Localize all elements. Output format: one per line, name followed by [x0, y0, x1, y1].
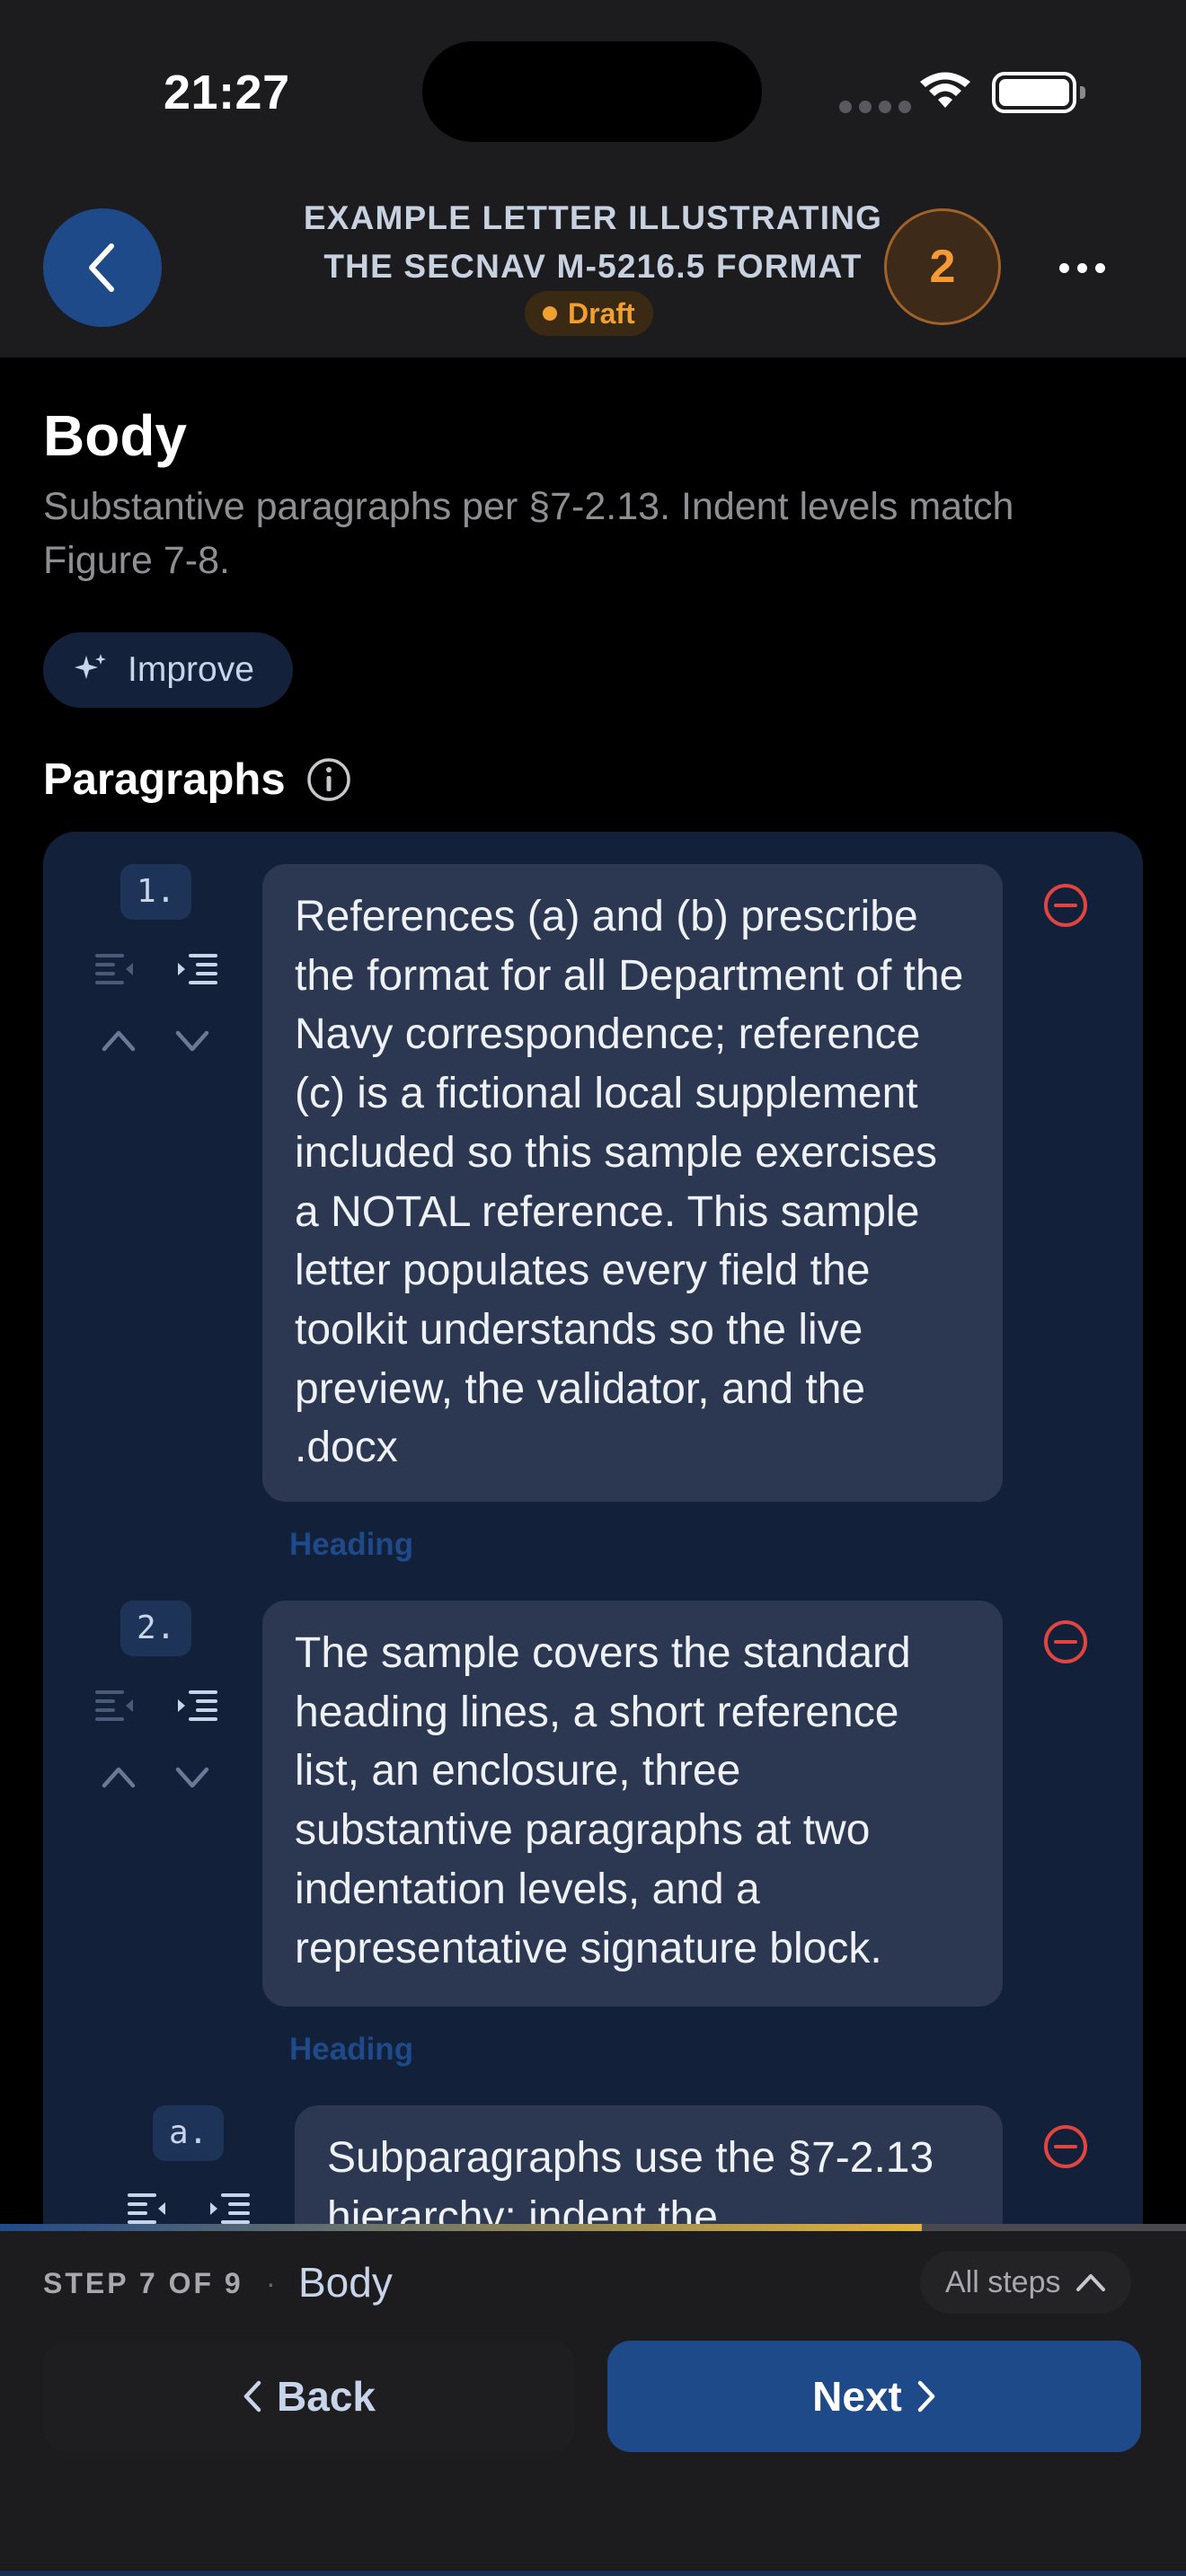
letter-title-line2: THE SECNAV M-5216.5 FORMAT	[323, 248, 863, 285]
add-heading-link[interactable]: Heading	[289, 2032, 413, 2068]
indent-icon[interactable]	[207, 2190, 252, 2226]
outdent-icon[interactable]	[126, 2190, 171, 2226]
add-heading-link[interactable]: Heading	[289, 1527, 413, 1563]
paragraph-number: 1.	[120, 864, 192, 920]
paragraph-text-input[interactable]: Subparagraphs use the §7-2.13 hierarchy;…	[295, 2105, 1003, 2233]
move-down-icon[interactable]	[174, 1028, 210, 1053]
all-steps-button[interactable]: All steps	[920, 2251, 1131, 2314]
move-up-icon[interactable]	[101, 1028, 137, 1053]
next-button[interactable]: Next	[607, 2341, 1141, 2452]
step-progress-fill	[0, 2224, 922, 2231]
indent-icon[interactable]	[174, 950, 219, 986]
move-up-icon[interactable]	[101, 1764, 137, 1789]
nav-header: EXAMPLE LETTER ILLUSTRATING THE SECNAV M…	[0, 180, 1186, 357]
ellipsis-icon	[1058, 262, 1069, 273]
letter-title-line1: EXAMPLE LETTER ILLUSTRATING	[303, 199, 883, 236]
paragraph-number: 2.	[120, 1601, 192, 1656]
step-counter: STEP 7 OF 9	[43, 2267, 243, 2299]
sparkle-icon	[75, 654, 106, 679]
paragraph-number: a.	[153, 2105, 225, 2161]
improve-button[interactable]: Improve	[43, 632, 293, 708]
step-footer: STEP 7 OF 9 · Body All steps Back Next	[0, 2231, 1186, 2576]
remove-paragraph-icon[interactable]	[1042, 2123, 1089, 2170]
chevron-up-icon	[1075, 2274, 1105, 2291]
bottom-accent-strip	[0, 2571, 1186, 2576]
more-options-button[interactable]	[1022, 208, 1141, 327]
dynamic-island	[422, 41, 762, 142]
paragraphs-label-text: Paragraphs	[43, 755, 286, 804]
chevron-right-icon	[917, 2380, 935, 2413]
back-button-label: Back	[277, 2373, 376, 2420]
info-icon[interactable]	[305, 756, 352, 803]
status-bar: 21:27	[0, 0, 1186, 180]
issue-count-badge[interactable]: 2	[884, 208, 1001, 325]
all-steps-label: All steps	[945, 2264, 1061, 2299]
remove-paragraph-icon[interactable]	[1042, 882, 1089, 929]
step-progress-bar	[0, 2224, 1186, 2231]
paragraphs-label: Paragraphs	[43, 754, 352, 805]
outdent-icon	[95, 1690, 133, 1721]
status-time: 21:27	[164, 66, 290, 119]
paragraphs-card: 1. References (a) and (b) prescribe the …	[43, 832, 1143, 2233]
improve-label: Improve	[128, 650, 254, 689]
draft-status-badge: Draft	[525, 291, 653, 336]
remove-paragraph-icon[interactable]	[1042, 1619, 1089, 1665]
outdent-icon	[95, 954, 133, 984]
cellular-signal-icon	[839, 101, 911, 113]
next-button-label: Next	[812, 2373, 902, 2420]
step-name: Body	[298, 2259, 393, 2306]
paragraph-text-input[interactable]: The sample covers the standard heading l…	[262, 1601, 1003, 2007]
wifi-icon	[920, 72, 970, 108]
paragraph-text-input[interactable]: References (a) and (b) prescribe the for…	[262, 864, 1003, 1502]
letter-title: EXAMPLE LETTER ILLUSTRATING THE SECNAV M…	[270, 194, 916, 291]
chevron-left-icon	[243, 2380, 261, 2413]
section-title: Body	[43, 403, 187, 468]
section-description: Substantive paragraphs per §7-2.13. Inde…	[43, 485, 1014, 582]
step-separator: ·	[266, 2267, 276, 2299]
indent-icon[interactable]	[174, 1687, 219, 1723]
back-button[interactable]: Back	[43, 2341, 575, 2452]
chevron-left-icon	[89, 243, 114, 292]
battery-icon	[992, 72, 1085, 113]
move-down-icon[interactable]	[174, 1764, 210, 1789]
back-nav-button[interactable]	[43, 208, 162, 327]
